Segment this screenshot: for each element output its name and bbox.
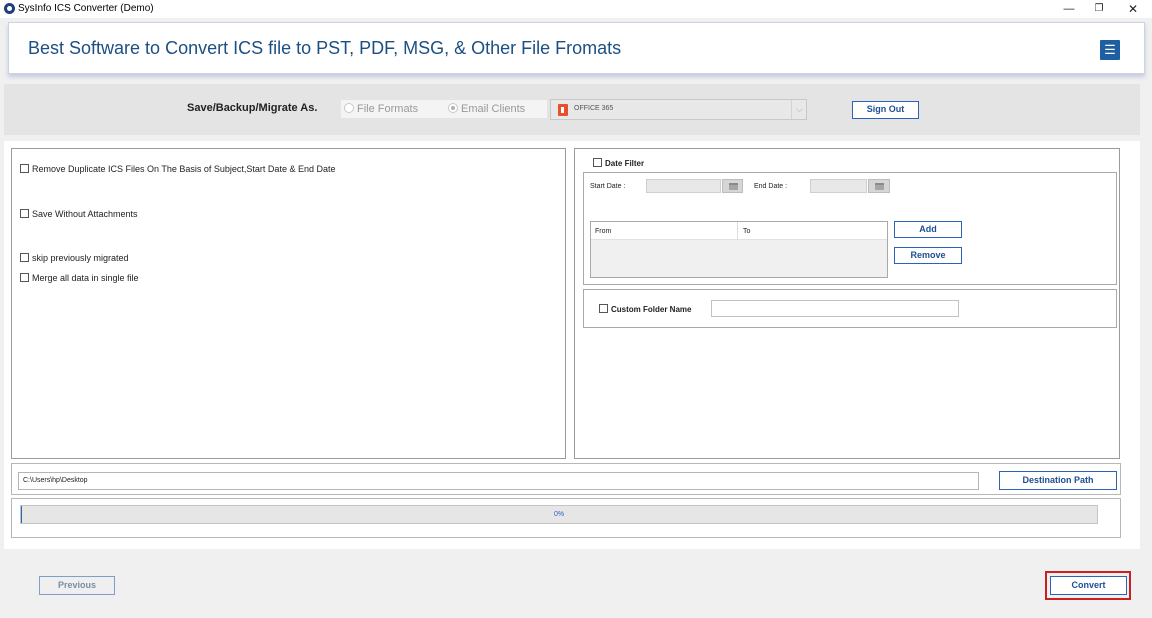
options-panel: Remove Duplicate ICS Files On The Basis … [11, 148, 566, 459]
progress-box: 0% [11, 498, 1121, 538]
email-clients-radio[interactable]: Email Clients [445, 100, 547, 118]
previous-button[interactable]: Previous [39, 576, 115, 595]
column-divider [737, 222, 738, 240]
file-formats-radio[interactable]: File Formats [341, 100, 445, 118]
end-date-input[interactable] [810, 179, 867, 193]
radio-unselected-icon [344, 103, 354, 113]
app-logo-icon [4, 3, 15, 14]
save-as-label: Save/Backup/Migrate As. [187, 102, 318, 114]
office-365-icon [558, 104, 568, 116]
date-filter-option[interactable]: Date Filter [593, 158, 644, 168]
destination-path-button[interactable]: Destination Path [999, 471, 1117, 490]
custom-folder-label: Custom Folder Name [611, 305, 692, 314]
minimize-button[interactable]: — [1052, 0, 1086, 18]
title-bar: SysInfo ICS Converter (Demo) — ❐ ✕ [0, 0, 1152, 18]
email-clients-label: Email Clients [461, 103, 526, 115]
end-date-calendar-button[interactable] [868, 179, 890, 193]
radio-selected-icon [448, 103, 458, 113]
start-date-calendar-button[interactable] [722, 179, 743, 193]
email-client-select[interactable]: OFFICE 365 ⌵ [550, 99, 807, 120]
merge-all-option[interactable]: Merge all data in single file [20, 273, 139, 283]
destination-path-input[interactable]: C:\Users\hp\Desktop [18, 472, 979, 490]
email-client-select-value: OFFICE 365 [574, 105, 614, 112]
skip-previously-migrated-option[interactable]: skip previously migrated [20, 253, 129, 263]
header-banner: Best Software to Convert ICS file to PST… [8, 22, 1145, 74]
skip-previously-migrated-checkbox[interactable] [20, 253, 29, 262]
skip-previously-migrated-label: skip previously migrated [32, 253, 129, 263]
convert-button[interactable]: Convert [1050, 576, 1127, 595]
date-range-table[interactable]: From To [590, 221, 888, 278]
window-title: SysInfo ICS Converter (Demo) [18, 3, 154, 14]
custom-folder-option[interactable]: Custom Folder Name [599, 304, 691, 314]
main-content: Remove Duplicate ICS Files On The Basis … [4, 141, 1140, 549]
save-as-band: Save/Backup/Migrate As. File Formats Ema… [4, 84, 1140, 135]
date-filter-box: Start Date : End Date : From To Add Remo… [583, 172, 1117, 285]
page-title: Best Software to Convert ICS file to PST… [28, 38, 622, 58]
app-window: SysInfo ICS Converter (Demo) — ❐ ✕ Best … [0, 0, 1152, 618]
date-range-table-header: From To [591, 222, 887, 240]
calendar-icon [875, 183, 884, 190]
progress-percent-label: 0% [553, 511, 565, 518]
remove-duplicates-option[interactable]: Remove Duplicate ICS Files On The Basis … [20, 164, 335, 174]
save-without-attachments-option[interactable]: Save Without Attachments [20, 209, 138, 219]
start-date-input[interactable] [646, 179, 721, 193]
custom-folder-checkbox[interactable] [599, 304, 608, 313]
start-date-label: Start Date : [590, 183, 626, 190]
merge-all-label: Merge all data in single file [32, 273, 139, 283]
close-button[interactable]: ✕ [1116, 0, 1150, 18]
custom-folder-input[interactable] [711, 300, 959, 317]
save-without-attachments-label: Save Without Attachments [32, 209, 138, 219]
filter-panel: Date Filter Start Date : End Date : From… [574, 148, 1120, 459]
date-filter-checkbox[interactable] [593, 158, 602, 167]
column-header-from[interactable]: From [595, 228, 611, 235]
progress-bar: 0% [20, 505, 1098, 524]
maximize-button[interactable]: ❐ [1082, 0, 1116, 18]
destination-box: C:\Users\hp\Desktop Destination Path [11, 463, 1121, 495]
remove-duplicates-checkbox[interactable] [20, 164, 29, 173]
hamburger-menu-button[interactable]: ☰ [1100, 40, 1120, 60]
merge-all-checkbox[interactable] [20, 273, 29, 282]
custom-folder-box: Custom Folder Name [583, 289, 1117, 328]
end-date-label: End Date : [754, 183, 788, 190]
sign-out-button[interactable]: Sign Out [852, 101, 919, 119]
add-date-range-button[interactable]: Add [894, 221, 962, 238]
remove-duplicates-label: Remove Duplicate ICS Files On The Basis … [32, 164, 336, 174]
remove-date-range-button[interactable]: Remove [894, 247, 962, 264]
column-header-to[interactable]: To [743, 228, 750, 235]
save-without-attachments-checkbox[interactable] [20, 209, 29, 218]
date-filter-label: Date Filter [605, 159, 645, 168]
file-formats-label: File Formats [357, 103, 419, 115]
calendar-icon [729, 183, 738, 190]
chevron-down-icon[interactable]: ⌵ [791, 100, 807, 119]
